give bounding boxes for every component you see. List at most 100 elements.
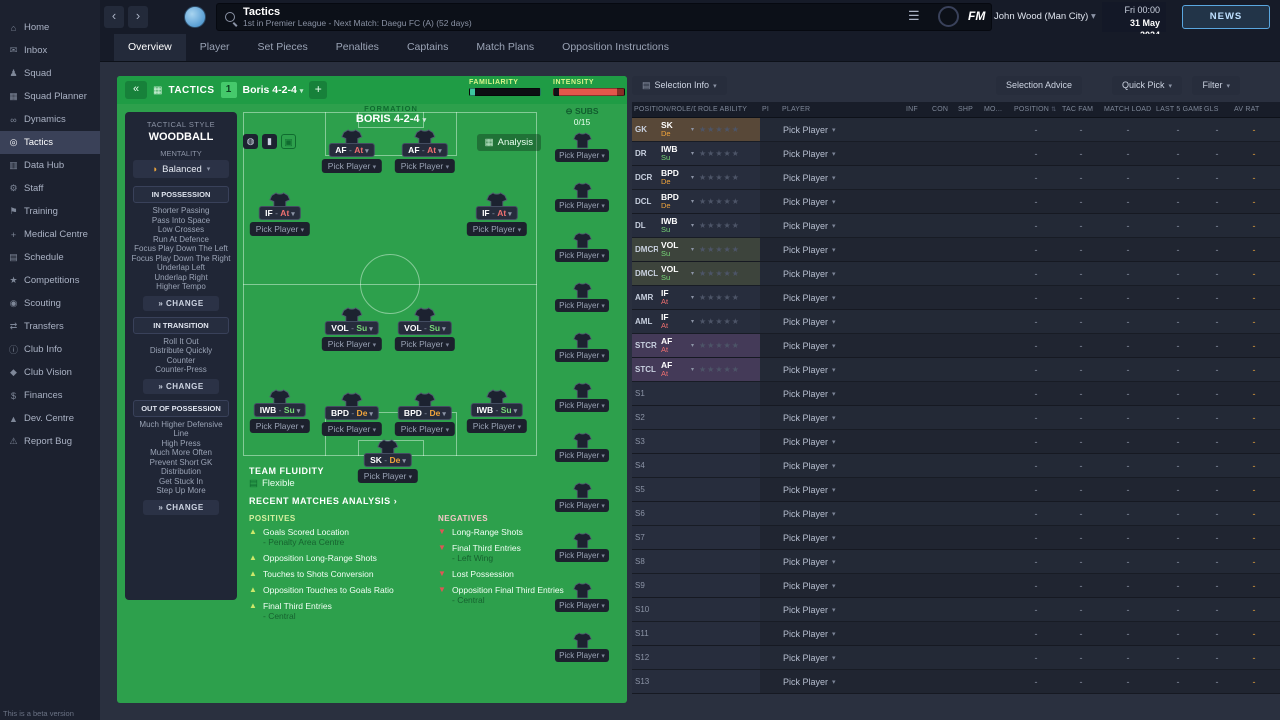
role-chip[interactable]: SK - De▾ (364, 453, 412, 467)
pick-player-dropdown[interactable]: Pick Player ▾ (780, 430, 904, 453)
sidebar-item-staff[interactable]: ⚙Staff (0, 177, 100, 200)
col-header-tac-fam[interactable]: TAC FAM (1060, 106, 1102, 113)
role-chip[interactable]: IF - At▾ (476, 206, 518, 220)
col-header-last-5-games[interactable]: LAST 5 GAMES (1154, 106, 1202, 113)
pick-player-dropdown[interactable]: Pick Player ▾ (780, 334, 904, 357)
role-chip[interactable]: AF - At▾ (402, 143, 447, 157)
sidebar-item-home[interactable]: ⌂Home (0, 16, 100, 39)
role-dropdown[interactable]: BPDDe▾ (658, 190, 696, 213)
pick-player-dropdown[interactable]: Pick Player ▾ (780, 502, 904, 525)
stats-icon[interactable]: ▮ (262, 134, 277, 149)
pick-player-dropdown[interactable]: Pick Player ▾ (780, 574, 904, 597)
pick-player-dropdown[interactable]: Pick Player ▾ (555, 449, 609, 462)
change-button[interactable]: » CHANGE (143, 296, 219, 311)
role-chip[interactable]: IWB - Su▾ (254, 403, 306, 417)
globe-icon[interactable] (938, 6, 959, 27)
pick-player-dropdown[interactable]: Pick Player ▾ (780, 238, 904, 261)
sidebar-item-data-hub[interactable]: ▥Data Hub (0, 154, 100, 177)
change-button[interactable]: » CHANGE (143, 379, 219, 394)
col-header-player[interactable]: PLAYER (780, 106, 904, 113)
sidebar-item-finances[interactable]: $Finances (0, 384, 100, 407)
pick-player-dropdown[interactable]: Pick Player ▾ (780, 286, 904, 309)
sidebar-item-dynamics[interactable]: ∞Dynamics (0, 108, 100, 131)
pick-player-dropdown[interactable]: Pick Player ▾ (322, 337, 382, 351)
pick-player-dropdown[interactable]: Pick Player ▾ (780, 142, 904, 165)
sidebar-item-schedule[interactable]: ▤Schedule (0, 246, 100, 269)
role-chip[interactable]: AF - At▾ (329, 143, 374, 157)
role-chip[interactable]: BPD - De▾ (398, 406, 452, 420)
sidebar-item-club-info[interactable]: ⓘClub Info (0, 338, 100, 361)
forward-button[interactable]: › (128, 6, 148, 28)
pick-player-dropdown[interactable]: Pick Player ▾ (555, 499, 609, 512)
role-dropdown[interactable]: BPDDe▾ (658, 166, 696, 189)
filter-dropdown[interactable]: Filter▾ (1192, 76, 1240, 95)
pick-player-dropdown[interactable]: Pick Player ▾ (780, 526, 904, 549)
role-chip[interactable]: IF - At▾ (259, 206, 301, 220)
col-header-gls[interactable]: GLS (1202, 106, 1232, 113)
pick-player-dropdown[interactable]: Pick Player ▾ (555, 249, 609, 262)
role-dropdown[interactable]: AFAt▾ (658, 358, 696, 381)
pick-player-dropdown[interactable]: Pick Player ▾ (555, 149, 609, 162)
role-dropdown[interactable]: VOLSu▾ (658, 238, 696, 261)
role-dropdown[interactable]: IFAt▾ (658, 286, 696, 309)
change-button[interactable]: » CHANGE (143, 500, 219, 515)
pick-player-dropdown[interactable]: Pick Player ▾ (395, 337, 455, 351)
sidebar-item-report-bug[interactable]: ⚠Report Bug (0, 430, 100, 453)
back-button[interactable]: ‹ (104, 6, 124, 28)
sidebar-item-dev-centre[interactable]: ▲Dev. Centre (0, 407, 100, 430)
pick-player-dropdown[interactable]: Pick Player ▾ (780, 262, 904, 285)
role-dropdown[interactable]: SKDe▾ (658, 118, 696, 141)
pick-player-dropdown[interactable]: Pick Player ▾ (467, 419, 527, 433)
tab-match-plans[interactable]: Match Plans (462, 34, 548, 61)
collapse-button[interactable]: « (125, 81, 147, 99)
pick-player-dropdown[interactable]: Pick Player ▾ (322, 159, 382, 173)
role-chip[interactable]: BPD - De▾ (325, 406, 379, 420)
sidebar-item-competitions[interactable]: ★Competitions (0, 269, 100, 292)
pick-player-dropdown[interactable]: Pick Player ▾ (780, 670, 904, 693)
role-chip[interactable]: VOL - Su▾ (325, 321, 378, 335)
tab-player[interactable]: Player (186, 34, 244, 61)
pick-player-dropdown[interactable]: Pick Player ▾ (555, 649, 609, 662)
sidebar-item-tactics[interactable]: ◎Tactics (0, 131, 100, 154)
pick-player-dropdown[interactable]: Pick Player ▾ (780, 382, 904, 405)
pick-player-dropdown[interactable]: Pick Player ▾ (555, 549, 609, 562)
selection-info-dropdown[interactable]: ▤Selection Info▾ (632, 76, 727, 95)
manager-dropdown[interactable]: John Wood (Man City) ▾ (994, 11, 1096, 22)
pick-player-dropdown[interactable]: Pick Player ▾ (555, 399, 609, 412)
role-chip[interactable]: VOL - Su▾ (398, 321, 451, 335)
formation-dropdown[interactable]: BORIS 4-2-4 ▾ (241, 113, 541, 125)
pick-player-dropdown[interactable]: Pick Player ▾ (780, 118, 904, 141)
pick-player-dropdown[interactable]: Pick Player ▾ (780, 622, 904, 645)
pick-player-dropdown[interactable]: Pick Player ▾ (322, 422, 382, 436)
col-header-mo[interactable]: MO... (982, 106, 1012, 113)
pick-player-dropdown[interactable]: Pick Player ▾ (250, 419, 310, 433)
role-dropdown[interactable]: AFAt▾ (658, 334, 696, 357)
role-dropdown[interactable]: IWBSu▾ (658, 214, 696, 237)
tab-penalties[interactable]: Penalties (322, 34, 393, 61)
selection-advice-button[interactable]: Selection Advice (996, 76, 1082, 95)
pick-player-dropdown[interactable]: Pick Player ▾ (250, 222, 310, 236)
col-header-role-ability[interactable]: ROLE ABILITY (696, 106, 760, 113)
pick-player-dropdown[interactable]: Pick Player ▾ (780, 310, 904, 333)
tab-captains[interactable]: Captains (393, 34, 462, 61)
col-header-av-rat[interactable]: AV RAT (1232, 106, 1276, 113)
sidebar-item-scouting[interactable]: ◉Scouting (0, 292, 100, 315)
news-button[interactable]: NEWS (1182, 5, 1270, 29)
col-header-shp[interactable]: SHP (956, 106, 982, 113)
tactic-slot-badge[interactable]: 1 (221, 82, 237, 98)
sidebar-item-inbox[interactable]: ✉Inbox (0, 39, 100, 62)
tab-set-pieces[interactable]: Set Pieces (244, 34, 322, 61)
col-header-position-role-d[interactable]: POSITION/ROLE/D... ⇅ (632, 106, 696, 113)
pick-player-dropdown[interactable]: Pick Player ▾ (780, 214, 904, 237)
kit-icon[interactable]: ◍ (243, 134, 258, 149)
tactic-preset-dropdown[interactable]: Boris 4-2-4 ▾ (243, 84, 304, 96)
sidebar-item-medical-centre[interactable]: +Medical Centre (0, 223, 100, 246)
sidebar-item-training[interactable]: ⚑Training (0, 200, 100, 223)
pick-player-dropdown[interactable]: Pick Player ▾ (780, 406, 904, 429)
sidebar-item-club-vision[interactable]: ◆Club Vision (0, 361, 100, 384)
sidebar-item-transfers[interactable]: ⇄Transfers (0, 315, 100, 338)
pick-player-dropdown[interactable]: Pick Player ▾ (780, 358, 904, 381)
pick-player-dropdown[interactable]: Pick Player ▾ (358, 469, 418, 483)
pick-player-dropdown[interactable]: Pick Player ▾ (395, 159, 455, 173)
col-header-position[interactable]: POSITION ⇅ (1012, 106, 1060, 113)
